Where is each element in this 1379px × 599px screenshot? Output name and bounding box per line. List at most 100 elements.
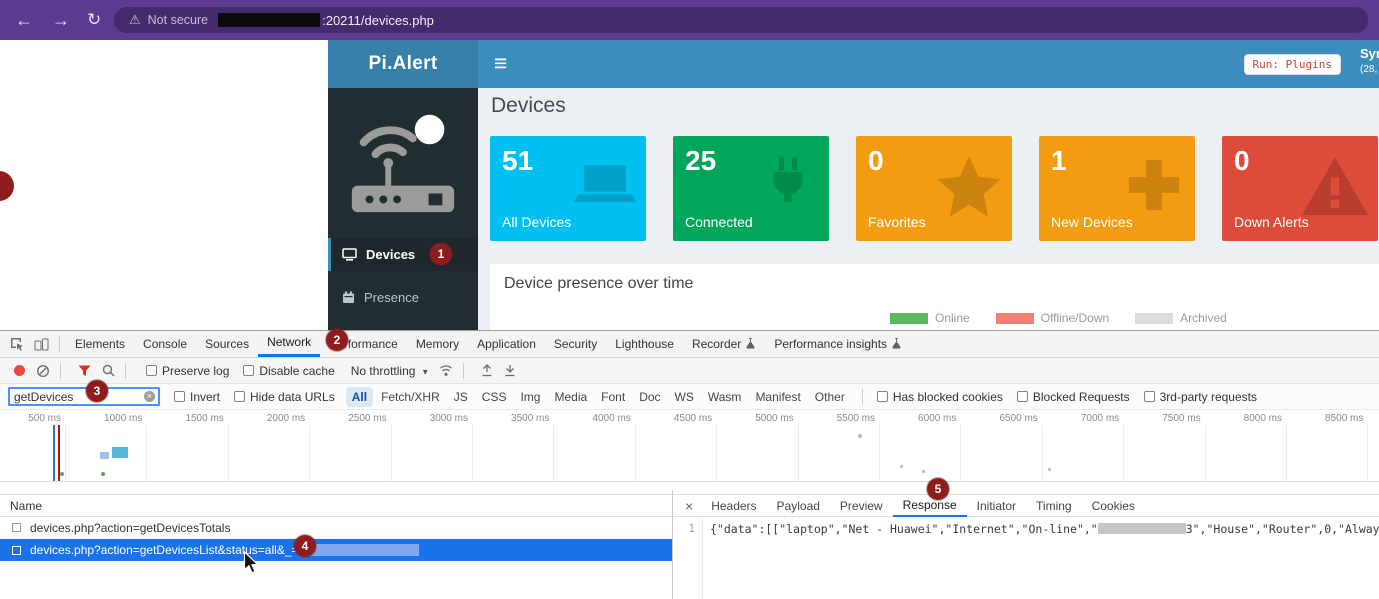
filter-type-fetch-xhr[interactable]: Fetch/XHR	[375, 387, 446, 407]
response-body[interactable]: {"data":[["laptop","Net - Huawei","Inter…	[703, 517, 1379, 599]
detail-tab-preview[interactable]: Preview	[830, 495, 893, 517]
app-header: ≡ Run: Plugins	[478, 40, 1379, 88]
export-har-icon[interactable]	[504, 364, 516, 377]
timeline-dot	[900, 465, 903, 468]
menu-toggle-icon[interactable]: ≡	[494, 50, 507, 77]
network-filter-input[interactable]	[8, 387, 160, 406]
clear-filter-icon[interactable]: ×	[144, 391, 155, 402]
legend-offline[interactable]: Offline/Down	[996, 311, 1109, 325]
tab-application[interactable]: Application	[468, 331, 545, 357]
timeline-tick-label: 2500 ms	[348, 413, 386, 424]
third-party-requests-checkbox[interactable]: 3rd-party requests	[1144, 390, 1257, 404]
request-row-get-devices-list[interactable]: devices.php?action=getDevicesList&status…	[0, 539, 672, 561]
detail-tab-timing[interactable]: Timing	[1026, 495, 1082, 517]
checkbox[interactable]	[174, 391, 185, 402]
filter-type-doc[interactable]: Doc	[633, 387, 666, 407]
redacted-host-box	[218, 13, 320, 27]
checkbox[interactable]	[234, 391, 245, 402]
filter-type-manifest[interactable]: Manifest	[749, 387, 806, 407]
tab-memory[interactable]: Memory	[407, 331, 468, 357]
filter-type-font[interactable]: Font	[595, 387, 631, 407]
timeline-request-bar	[100, 452, 109, 459]
checkbox[interactable]	[877, 391, 888, 402]
legend-label: Online	[935, 311, 970, 325]
timeline-tick-label: 5000 ms	[755, 413, 793, 424]
disable-cache-checkbox[interactable]: Disable cache	[243, 364, 334, 378]
checkbox[interactable]	[1017, 391, 1028, 402]
request-list-header[interactable]: Name	[0, 494, 672, 517]
has-blocked-cookies-checkbox[interactable]: Has blocked cookies	[877, 390, 1003, 404]
request-row-get-devices-totals[interactable]: devices.php?action=getDevicesTotals	[0, 517, 672, 539]
tab-security[interactable]: Security	[545, 331, 606, 357]
checkbox[interactable]	[1144, 391, 1155, 402]
search-icon[interactable]	[102, 364, 115, 377]
card-down-alerts[interactable]: 0 Down Alerts	[1222, 136, 1378, 241]
detail-tab-cookies[interactable]: Cookies	[1082, 495, 1145, 517]
tab-console[interactable]: Console	[134, 331, 196, 357]
card-connected[interactable]: 25 Connected	[673, 136, 829, 241]
timeline-tick-label: 1500 ms	[185, 413, 223, 424]
inspect-element-icon[interactable]	[10, 337, 24, 351]
checkbox[interactable]	[243, 365, 254, 376]
filter-type-wasm[interactable]: Wasm	[702, 387, 748, 407]
chart-legend: Online Offline/Down Archived	[890, 311, 1227, 325]
user-info[interactable]: Sym (28,	[1360, 46, 1379, 75]
sidebar-item-devices[interactable]: Devices	[328, 238, 478, 271]
sidebar-item-presence[interactable]: Presence	[328, 281, 478, 314]
address-bar[interactable]: ⚠ Not secure :20211/devices.php	[114, 7, 1368, 33]
filter-type-other[interactable]: Other	[809, 387, 851, 407]
back-icon[interactable]: ←	[15, 9, 33, 31]
filter-type-css[interactable]: CSS	[476, 387, 513, 407]
redacted-response-box	[1098, 523, 1186, 534]
legend-swatch	[890, 313, 928, 324]
timeline-gridline	[960, 425, 961, 481]
not-secure-warning-icon[interactable]: ⚠	[129, 12, 141, 28]
filter-type-all[interactable]: All	[346, 387, 373, 407]
filter-type-img[interactable]: Img	[514, 387, 546, 407]
legend-archived[interactable]: Archived	[1135, 311, 1227, 325]
response-text: {"data":[["laptop","Net - Huawei","Inter…	[710, 522, 1098, 536]
network-conditions-icon[interactable]	[439, 365, 453, 377]
checkbox[interactable]	[146, 365, 157, 376]
tab-performance-insights[interactable]: Performance insights	[765, 331, 911, 357]
filter-funnel-icon[interactable]	[78, 365, 91, 377]
not-secure-label[interactable]: Not secure	[148, 13, 208, 27]
throttling-dropdown[interactable]: No throttling ▾	[351, 364, 428, 378]
record-button[interactable]	[14, 365, 25, 376]
app-logo[interactable]: Pi.Alert	[328, 40, 478, 88]
invert-checkbox[interactable]: Invert	[174, 390, 220, 404]
refresh-icon[interactable]: ↻	[87, 9, 101, 31]
blocked-requests-checkbox[interactable]: Blocked Requests	[1017, 390, 1130, 404]
close-icon[interactable]: ×	[685, 498, 693, 514]
detail-tab-response[interactable]: Response	[893, 495, 967, 517]
preserve-log-checkbox[interactable]: Preserve log	[146, 364, 229, 378]
tab-label: Recorder	[692, 331, 741, 357]
tab-network[interactable]: Network	[258, 331, 320, 357]
filter-type-ws[interactable]: WS	[669, 387, 700, 407]
card-favorites[interactable]: 0 Favorites	[856, 136, 1012, 241]
tab-sources[interactable]: Sources	[196, 331, 258, 357]
url-text: :20211/devices.php	[322, 13, 434, 28]
card-new-devices[interactable]: 1 New Devices	[1039, 136, 1195, 241]
hide-data-urls-checkbox[interactable]: Hide data URLs	[234, 390, 335, 404]
network-overview-timeline[interactable]: 500 ms1000 ms1500 ms2000 ms2500 ms3000 m…	[0, 410, 1379, 482]
tab-elements[interactable]: Elements	[66, 331, 134, 357]
forward-icon[interactable]: →	[52, 9, 70, 31]
legend-online[interactable]: Online	[890, 311, 970, 325]
import-har-icon[interactable]	[481, 364, 493, 377]
detail-tab-payload[interactable]: Payload	[767, 495, 830, 517]
detail-tab-headers[interactable]: Headers	[701, 495, 766, 517]
device-toolbar-icon[interactable]	[34, 338, 49, 351]
tab-recorder[interactable]: Recorder	[683, 331, 765, 357]
clear-icon[interactable]	[36, 364, 50, 378]
app-content: Devices 51 All Devices 25 Connected 0 Fa…	[478, 88, 1379, 330]
detail-tab-initiator[interactable]: Initiator	[967, 495, 1026, 517]
divider	[60, 363, 61, 379]
filter-type-media[interactable]: Media	[548, 387, 593, 407]
card-all-devices[interactable]: 51 All Devices	[490, 136, 646, 241]
run-plugins-button[interactable]: Run: Plugins	[1244, 54, 1341, 75]
tab-lighthouse[interactable]: Lighthouse	[606, 331, 683, 357]
card-label: Down Alerts	[1234, 214, 1309, 230]
filter-type-js[interactable]: JS	[448, 387, 474, 407]
checkbox-label: Blocked Requests	[1033, 390, 1130, 404]
